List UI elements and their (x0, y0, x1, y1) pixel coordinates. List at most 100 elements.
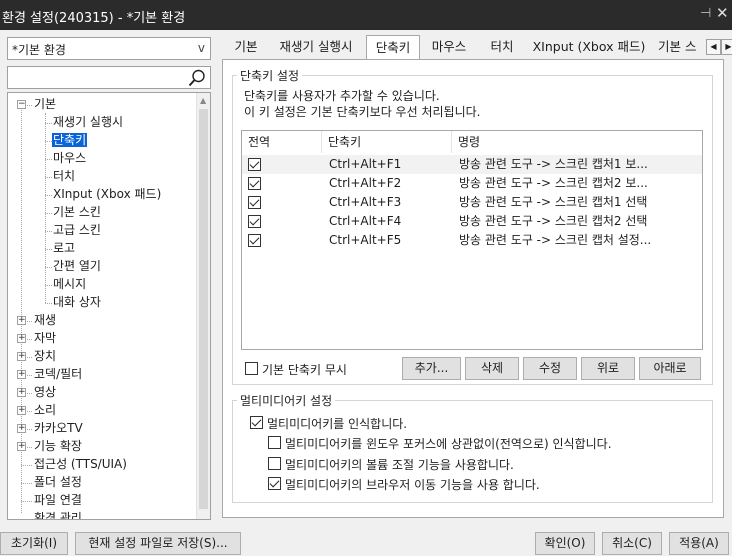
tree-item-label: 장치 (34, 349, 57, 363)
tree-item-label: 단축키 (52, 133, 88, 147)
tree-item-label: 재생기 실행시 (53, 115, 124, 129)
multimedia-option-label: 멀티미디어키를 윈도우 포커스에 상관없이(전역으로) 인식합니다. (285, 437, 612, 451)
tree-item-label: 터치 (53, 169, 76, 183)
tree-item[interactable]: 터치 (52, 168, 76, 185)
tree-item[interactable]: 단축키 (52, 132, 88, 149)
expand-icon[interactable]: + (17, 388, 26, 397)
tree-item[interactable]: 코덱/필터 (33, 366, 83, 383)
tree-item[interactable]: 자막 (33, 330, 57, 347)
tree-item[interactable]: 고급 스킨 (52, 222, 102, 239)
apply-button[interactable]: 적용(A) (669, 532, 729, 555)
table-row[interactable]: Ctrl+Alt+F4 방송 관련 도구 -> 스크린 캡처2 선택 (242, 212, 702, 231)
tree-guide (45, 285, 52, 286)
move-down-button[interactable]: 아래로 (639, 357, 701, 380)
tab-basic[interactable]: 기본 (224, 37, 268, 59)
tree-item[interactable]: 재생 (33, 312, 57, 329)
ok-button[interactable]: 확인(O) (535, 532, 595, 555)
tree-item[interactable]: 파일 연결 (33, 492, 83, 509)
tree-guide (21, 465, 32, 466)
cancel-button[interactable]: 취소(C) (602, 532, 662, 555)
tree-item[interactable]: 로고 (52, 240, 76, 257)
shortcut-cell: Ctrl+Alt+F3 (329, 195, 402, 209)
tree-guide (21, 501, 32, 502)
tree-item[interactable]: 장치 (33, 348, 57, 365)
column-header-command[interactable]: 명령 (452, 131, 702, 153)
tree-guide (45, 141, 52, 142)
pin-icon[interactable]: ⊣ (700, 6, 711, 21)
multimedia-option-checkbox[interactable] (268, 436, 281, 449)
table-row[interactable]: Ctrl+Alt+F3 방송 관련 도구 -> 스크린 캡처1 선택 (242, 193, 702, 212)
expand-icon[interactable]: + (17, 442, 26, 451)
expand-icon[interactable]: + (17, 424, 26, 433)
tab-scroll-left-icon[interactable]: ◀ (706, 39, 721, 55)
tree-item[interactable]: 대화 상자 (52, 294, 102, 311)
collapse-icon[interactable]: − (17, 100, 26, 109)
tree-item-label: 간편 열기 (53, 259, 101, 273)
tree-item-label: 파일 연결 (34, 493, 82, 507)
table-row[interactable]: Ctrl+Alt+F5 방송 관련 도구 -> 스크린 캡처 설정... (242, 231, 702, 250)
tree-item[interactable]: 환경 관리 (33, 510, 83, 519)
preset-select[interactable]: *기본 환경 v (7, 37, 211, 60)
shortcut-list[interactable]: 전역 단축키 명령 Ctrl+Alt+F1 방송 관련 도구 -> 스크린 캡처1… (241, 130, 703, 350)
search-icon[interactable] (187, 68, 207, 88)
search-field[interactable] (7, 66, 211, 89)
reset-button[interactable]: 초기화(I) (0, 532, 68, 555)
tree-item[interactable]: 기본 스킨 (52, 204, 102, 221)
tree-scrollbar[interactable]: ▲ (196, 93, 210, 519)
tree-item[interactable]: 마우스 (52, 150, 87, 167)
shortcut-description: 단축키를 사용자가 추가할 수 있습니다. (244, 89, 440, 103)
save-as-file-button[interactable]: 현재 설정 파일로 저장(S)... (75, 532, 241, 555)
edit-button[interactable]: 수정 (523, 357, 577, 380)
command-cell: 방송 관련 도구 -> 스크린 캡처1 선택 (459, 195, 648, 209)
tree-item[interactable]: 영상 (33, 384, 57, 401)
tree-guide (45, 267, 52, 268)
global-checkbox[interactable] (248, 215, 261, 228)
tree-item-label: 영상 (34, 385, 57, 399)
tab-touch[interactable]: 터치 (478, 37, 526, 59)
multimedia-option-checkbox[interactable] (268, 477, 281, 490)
tree-item[interactable]: 폴더 설정 (33, 474, 83, 491)
global-checkbox[interactable] (248, 196, 261, 209)
expand-icon[interactable]: + (17, 334, 26, 343)
tree-guide (45, 123, 52, 124)
tree-item[interactable]: 카카오TV (33, 420, 84, 437)
column-header-shortcut[interactable]: 단축키 (322, 131, 452, 153)
tree-item[interactable]: XInput (Xbox 패드) (52, 186, 162, 203)
move-up-button[interactable]: 위로 (581, 357, 635, 380)
expand-icon[interactable]: + (17, 370, 26, 379)
tree-item[interactable]: 재생기 실행시 (52, 114, 124, 131)
tab-player-start[interactable]: 재생기 실행시 (270, 37, 362, 59)
tree-item-label: 기본 스킨 (53, 205, 101, 219)
tab-mouse[interactable]: 마우스 (424, 37, 474, 59)
ignore-default-checkbox[interactable] (245, 362, 258, 375)
tab-xinput[interactable]: XInput (Xbox 패드) (530, 37, 648, 59)
tab-scroll-right-icon[interactable]: ▶ (721, 39, 732, 55)
global-checkbox[interactable] (248, 234, 261, 247)
tab-basic-skin[interactable]: 기본 스 (652, 37, 704, 59)
settings-tree[interactable]: 기본 − 재생기 실행시단축키마우스터치 XInput (Xbox 패드) 기본 스킨고… (7, 92, 211, 520)
add-button[interactable]: 추가... (402, 357, 461, 380)
expand-icon[interactable]: + (17, 316, 26, 325)
tree-item[interactable]: 간편 열기 (52, 258, 102, 275)
tree-item[interactable]: 메시지 (52, 276, 87, 293)
delete-button[interactable]: 삭제 (465, 357, 519, 380)
expand-icon[interactable]: + (17, 406, 26, 415)
table-row[interactable]: Ctrl+Alt+F1 방송 관련 도구 -> 스크린 캡처1 보... (242, 155, 702, 174)
tree-item[interactable]: 소리 (33, 402, 57, 419)
global-checkbox[interactable] (248, 177, 261, 190)
tree-item[interactable]: 기능 확장 (33, 438, 83, 455)
scroll-thumb[interactable] (199, 109, 208, 509)
multimedia-option-checkbox[interactable] (250, 416, 263, 429)
table-row[interactable]: Ctrl+Alt+F2 방송 관련 도구 -> 스크린 캡처2 보... (242, 174, 702, 193)
close-icon[interactable]: ✕ (716, 4, 729, 22)
ignore-default-label: 기본 단축키 무시 (262, 363, 347, 377)
expand-icon[interactable]: + (17, 352, 26, 361)
multimedia-option-checkbox[interactable] (268, 457, 281, 470)
scroll-up-icon[interactable]: ▲ (200, 96, 206, 105)
tab-shortcut[interactable]: 단축키 (366, 35, 420, 59)
column-header-global[interactable]: 전역 (242, 131, 322, 153)
shortcut-cell: Ctrl+Alt+F5 (329, 233, 402, 247)
tree-item[interactable]: 기본 (33, 96, 57, 113)
tree-item[interactable]: 접근성 (TTS/UIA) (33, 456, 128, 473)
global-checkbox[interactable] (248, 158, 261, 171)
